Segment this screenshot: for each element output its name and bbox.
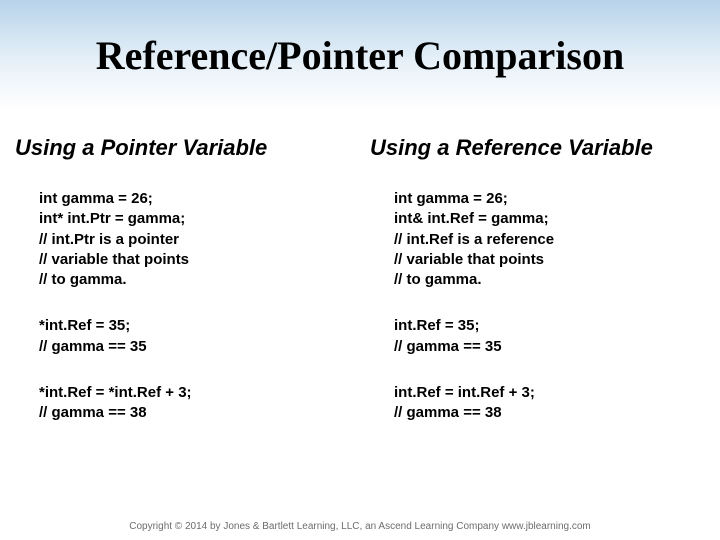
right-column-header: Using a Reference Variable (370, 135, 705, 161)
left-code-block-3: *int.Ref = *int.Ref + 3; // gamma == 38 (15, 383, 350, 424)
copyright-footer: Copyright © 2014 by Jones & Bartlett Lea… (0, 521, 720, 532)
right-code-block-2: int.Ref = 35; // gamma == 35 (370, 316, 705, 357)
left-code-block-1: int gamma = 26; int* int.Ptr = gamma; //… (15, 189, 350, 290)
right-code-block-1: int gamma = 26; int& int.Ref = gamma; //… (370, 189, 705, 290)
right-column: Using a Reference Variable int gamma = 2… (370, 135, 705, 449)
right-code-block-3: int.Ref = int.Ref + 3; // gamma == 38 (370, 383, 705, 424)
left-column: Using a Pointer Variable int gamma = 26;… (15, 135, 350, 449)
page-title: Reference/Pointer Comparison (96, 32, 624, 79)
content-columns: Using a Pointer Variable int gamma = 26;… (0, 110, 720, 449)
header-band: Reference/Pointer Comparison (0, 0, 720, 110)
left-column-header: Using a Pointer Variable (15, 135, 350, 161)
left-code-block-2: *int.Ref = 35; // gamma == 35 (15, 316, 350, 357)
